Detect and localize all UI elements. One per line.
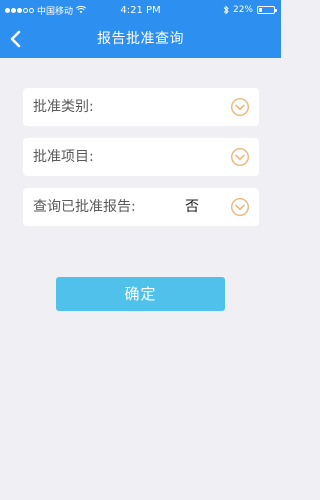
chevron-down-circle-icon[interactable] xyxy=(230,97,250,117)
query-approved-reports-label: 查询已批准报告: xyxy=(33,199,136,215)
approval-category-select[interactable]: 批准类别: xyxy=(23,88,259,126)
query-approved-reports-value: 否 xyxy=(185,199,199,215)
query-approved-reports-select[interactable]: 查询已批准报告: 否 xyxy=(23,188,259,226)
status-bar: 中国移动 4:21 PM 22% xyxy=(0,0,281,20)
approval-item-label: 批准项目: xyxy=(33,149,94,165)
navigation-bar: 报告批准查询 xyxy=(0,20,281,58)
battery-icon xyxy=(257,6,277,14)
status-right: 22% xyxy=(223,5,277,15)
confirm-button[interactable]: 确定 xyxy=(56,277,225,311)
chevron-down-circle-icon[interactable] xyxy=(230,147,250,167)
bluetooth-icon xyxy=(223,5,229,15)
approval-category-label: 批准类别: xyxy=(33,99,94,115)
page-title: 报告批准查询 xyxy=(97,31,184,47)
battery-percent: 22% xyxy=(232,5,253,15)
chevron-down-circle-icon[interactable] xyxy=(230,197,250,217)
approval-item-select[interactable]: 批准项目: xyxy=(23,138,259,176)
